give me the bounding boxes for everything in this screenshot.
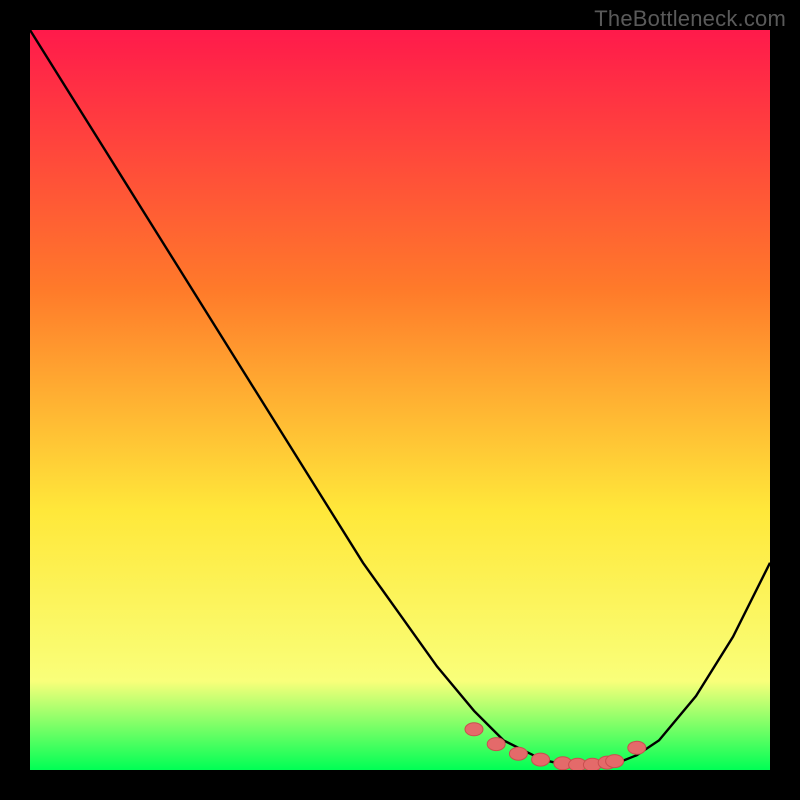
- marker-point: [487, 738, 505, 751]
- marker-point: [628, 741, 646, 754]
- marker-point: [606, 755, 624, 768]
- marker-point: [532, 753, 550, 766]
- chart-frame: TheBottleneck.com: [0, 0, 800, 800]
- gradient-background: [30, 30, 770, 770]
- bottleneck-chart: [30, 30, 770, 770]
- plot-area: [30, 30, 770, 770]
- marker-point: [509, 747, 527, 760]
- marker-point: [465, 723, 483, 736]
- watermark-text: TheBottleneck.com: [594, 6, 786, 32]
